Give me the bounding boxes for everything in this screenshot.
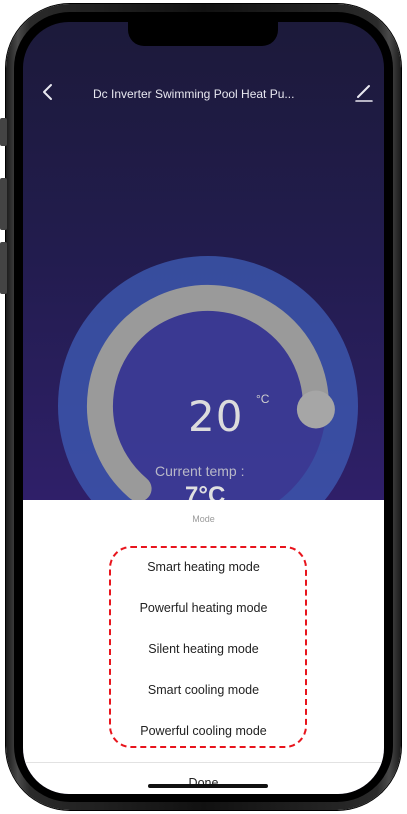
mode-options-highlight	[109, 546, 307, 748]
phone-frame: Dc Inverter Swimming Pool Heat Pu... 20 …	[0, 0, 407, 814]
nav-bar: Dc Inverter Swimming Pool Heat Pu...	[23, 78, 384, 108]
mode-picker-sheet: Mode Smart heating mode Powerful heating…	[23, 500, 384, 794]
page-title: Dc Inverter Swimming Pool Heat Pu...	[93, 87, 295, 101]
home-indicator	[148, 784, 268, 788]
set-temperature-value: 20	[188, 392, 244, 441]
temperature-slider-handle[interactable]	[296, 390, 335, 429]
edit-icon[interactable]	[353, 82, 375, 104]
back-icon[interactable]	[39, 82, 59, 102]
volume-down-button	[0, 242, 7, 294]
sheet-divider	[23, 762, 384, 763]
temperature-unit: °C	[256, 392, 270, 406]
volume-up-button	[0, 178, 7, 230]
notch	[128, 22, 278, 46]
current-temp-label: Current temp :	[155, 463, 245, 479]
mode-picker-title: Mode	[192, 514, 215, 524]
mute-switch	[0, 118, 7, 146]
app-screen: Dc Inverter Swimming Pool Heat Pu... 20 …	[23, 22, 384, 794]
